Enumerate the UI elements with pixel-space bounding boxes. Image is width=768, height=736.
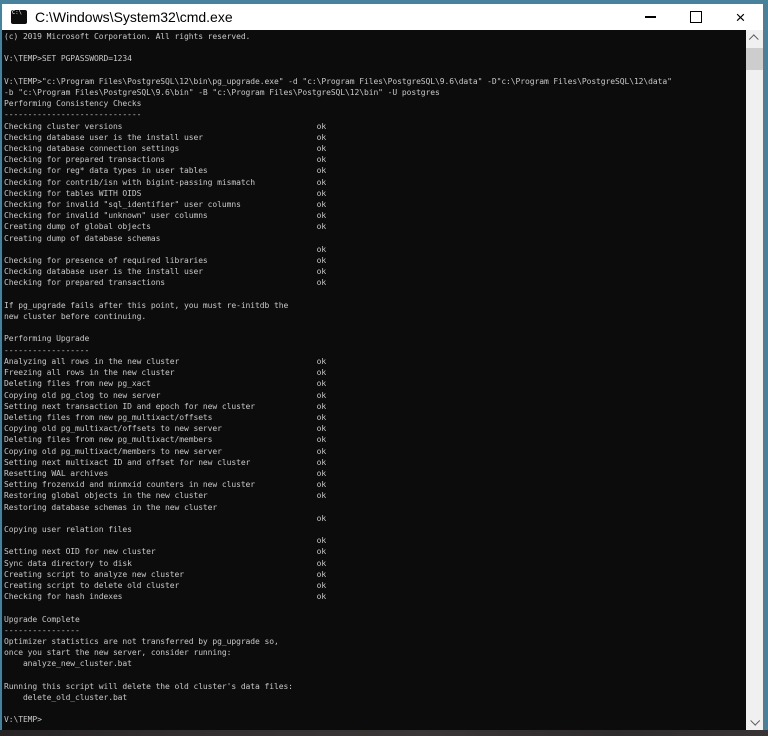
scroll-down-button[interactable]: [746, 713, 763, 730]
cmd-icon: C:\: [11, 10, 27, 24]
scrollbar-thumb[interactable]: [746, 48, 763, 70]
vertical-scrollbar[interactable]: [746, 30, 763, 730]
window-title: C:\Windows\System32\cmd.exe: [35, 9, 233, 25]
maximize-icon: [689, 11, 702, 23]
cmd-window: C:\ C:\Windows\System32\cmd.exe × (c) 20…: [0, 0, 768, 736]
console-area: (c) 2019 Microsoft Corporation. All righ…: [2, 30, 763, 730]
close-icon: ×: [735, 7, 746, 27]
close-button[interactable]: ×: [718, 4, 763, 30]
chevron-up-icon: [748, 34, 759, 45]
window-bottom-edge: [0, 730, 768, 736]
scroll-up-button[interactable]: [746, 30, 763, 47]
titlebar[interactable]: C:\ C:\Windows\System32\cmd.exe ×: [2, 4, 763, 30]
chevron-down-icon: [750, 715, 761, 726]
cmd-icon-label: C:\: [12, 10, 22, 16]
minimize-icon: [645, 16, 656, 18]
minimize-button[interactable]: [628, 4, 673, 30]
console-output[interactable]: (c) 2019 Microsoft Corporation. All righ…: [2, 30, 746, 730]
maximize-button[interactable]: [673, 4, 718, 30]
